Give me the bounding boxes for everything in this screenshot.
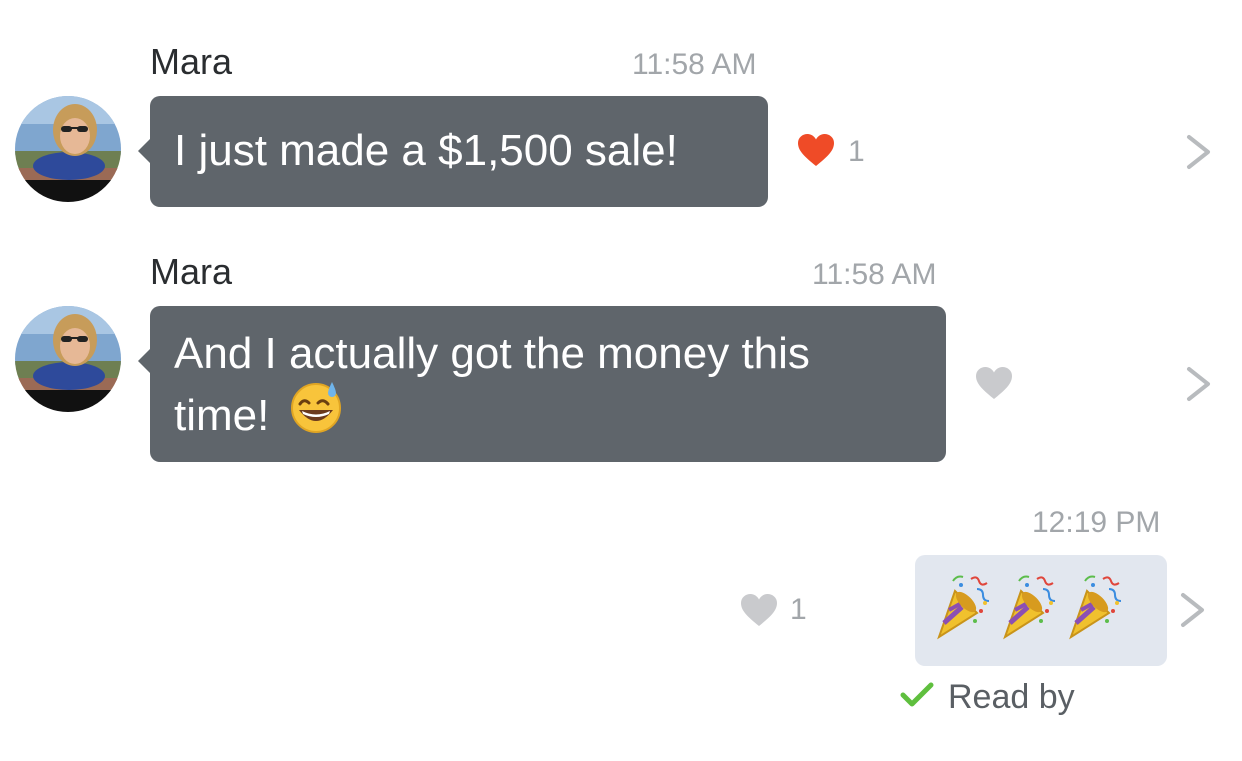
message-text-line: time! [174,381,946,451]
chevron-right-icon[interactable] [1180,592,1206,628]
read-receipt[interactable]: Read by [900,680,1075,714]
heart-outline-icon[interactable] [975,366,1013,400]
grinning-face-with-sweat-emoji-icon [288,378,344,451]
heart-outline-icon[interactable] [740,593,778,627]
message-text-line: And I actually got the money this [174,329,810,378]
avatar[interactable] [15,306,121,412]
message-bubble[interactable]: And I actually got the money this time! [138,306,946,462]
like-count: 1 [790,593,807,626]
message-timestamp: 12:19 PM [1032,506,1161,539]
sender-name: Mara [150,251,233,292]
bubble-tail [138,138,151,164]
message-timestamp: 11:58 AM [812,258,937,291]
like-count: 1 [848,135,865,168]
message-timestamp: 11:58 AM [632,48,757,81]
chevron-right-icon[interactable] [1186,134,1212,170]
heart-filled-icon[interactable] [797,133,835,167]
read-by-label: Read by [948,678,1075,716]
chevron-right-icon[interactable] [1186,366,1212,402]
party-popper-icon [937,555,1167,666]
message-text-fragment: time! [174,391,270,440]
avatar-photo [15,306,121,412]
message-text: I just made a $1,500 sale! [174,126,678,175]
avatar-photo [15,96,121,202]
bubble-tail [138,348,151,374]
message-bubble[interactable]: I just made a $1,500 sale! [138,96,768,207]
check-icon [900,681,934,714]
outgoing-message-bubble[interactable] [915,555,1167,666]
sender-name: Mara [150,41,233,82]
avatar[interactable] [15,96,121,202]
